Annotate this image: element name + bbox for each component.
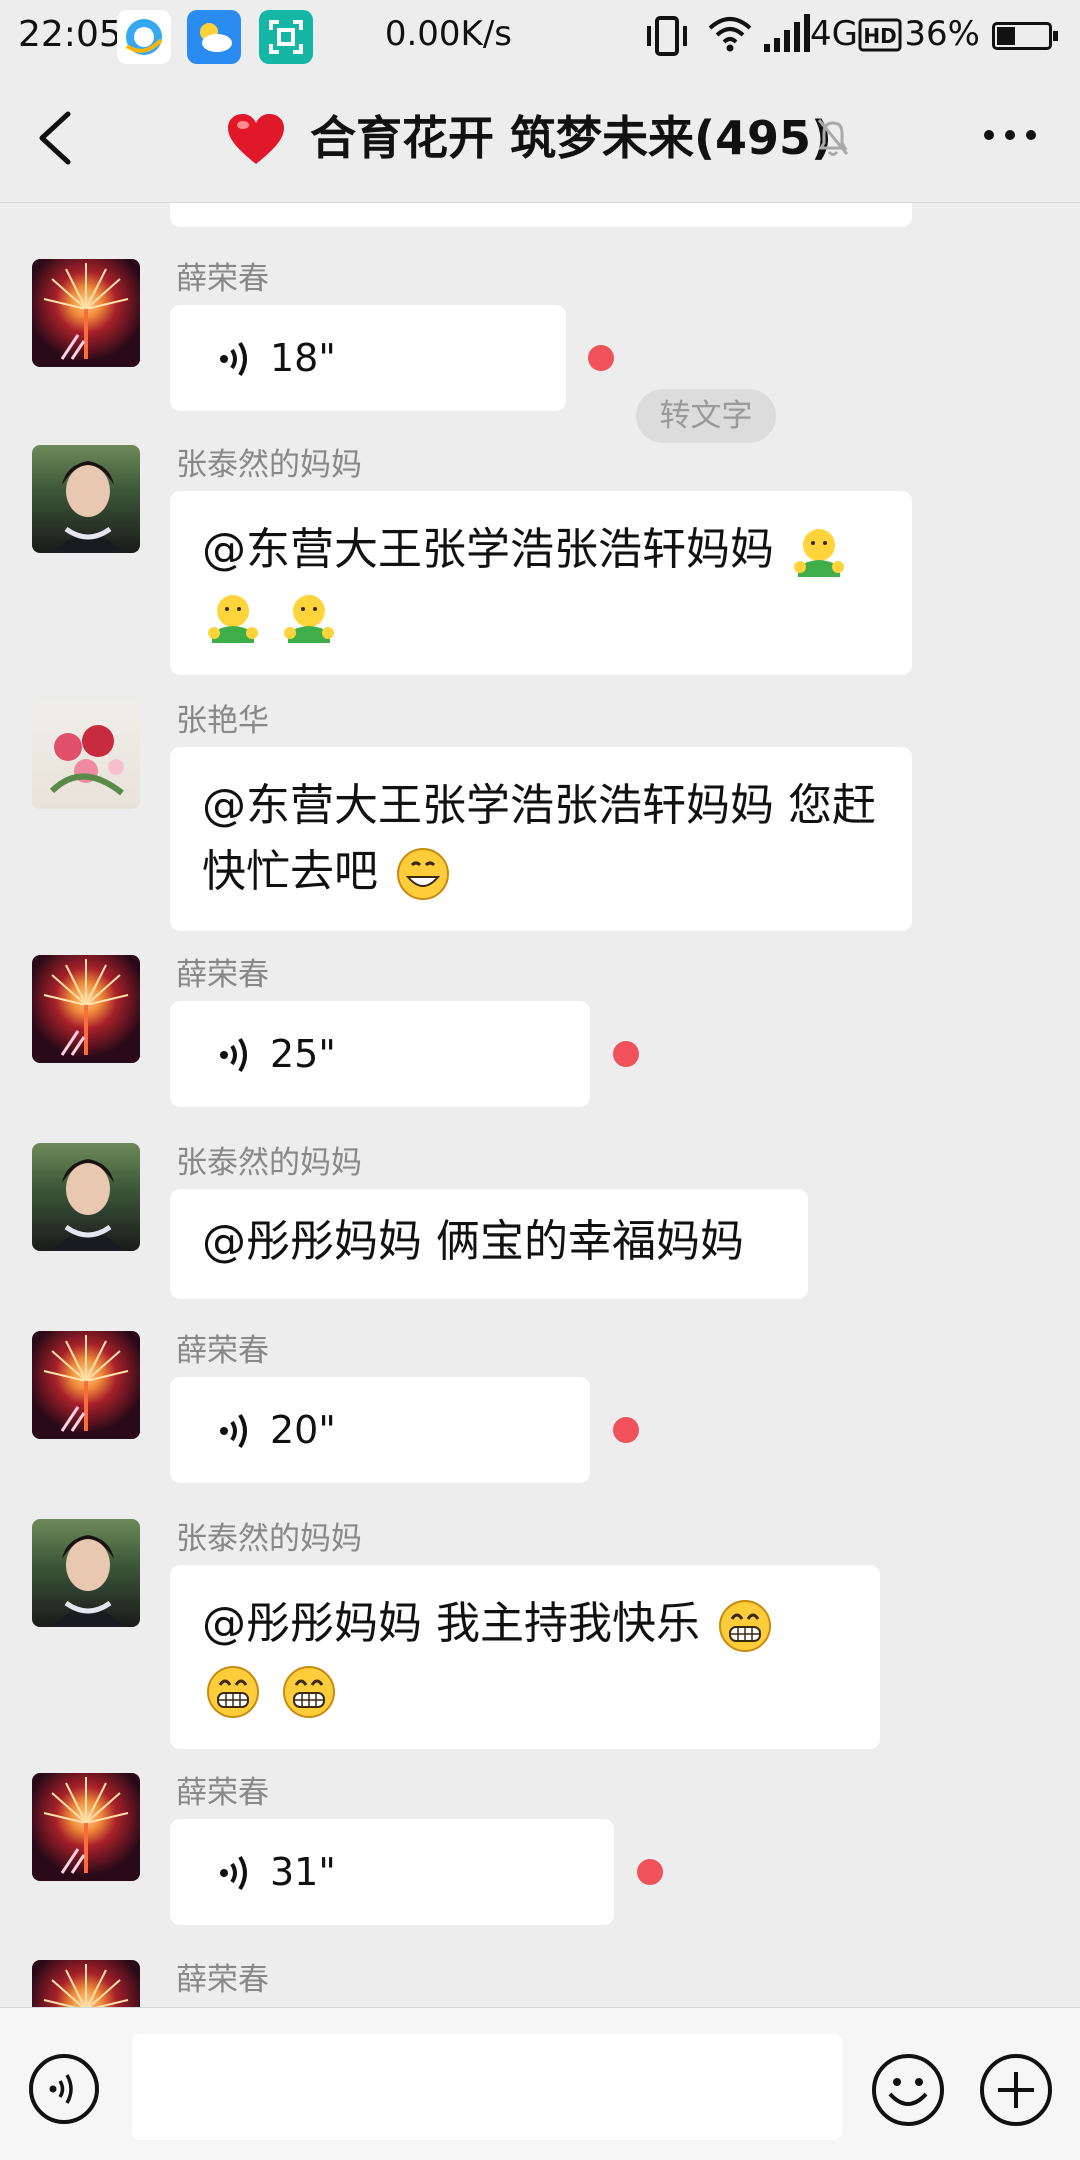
message-item: 薛荣春 25"	[0, 955, 1080, 1115]
sender-name: 薛荣春	[176, 1775, 269, 1811]
input-bar	[0, 2007, 1080, 2160]
avatar[interactable]	[32, 259, 140, 367]
voice-wave-icon	[220, 1413, 247, 1449]
status-time: 22:05	[18, 14, 122, 55]
voice-message-bubble[interactable]: 20"	[170, 1377, 590, 1483]
voice-input-toggle-button[interactable]	[27, 2052, 101, 2126]
message-bubble-cutoff[interactable]	[170, 203, 912, 227]
text-message-bubble[interactable]: @东营大王张学浩张浩轩妈妈 您赶快忙去吧	[170, 747, 912, 931]
unread-dot	[613, 1417, 639, 1443]
laugh-emoji	[719, 1600, 771, 1652]
avatar[interactable]	[32, 955, 140, 1063]
emoji-picker-button[interactable]	[870, 2052, 946, 2128]
sender-name: 张泰然的妈妈	[176, 1145, 362, 1181]
voice-message-bubble[interactable]: 25"	[170, 1001, 590, 1107]
text-message-bubble[interactable]: @东营大王张学浩张浩轩妈妈	[170, 491, 912, 675]
unread-dot	[588, 345, 614, 371]
battery-fill	[997, 27, 1015, 45]
avatar[interactable]	[32, 701, 140, 809]
message-item: 张泰然的妈妈 @彤彤妈妈 我主持我快乐	[0, 1519, 1080, 1759]
laugh-emoji	[283, 1666, 335, 1718]
back-button[interactable]	[28, 108, 82, 168]
avatar[interactable]	[32, 1331, 140, 1439]
sender-name: 薛荣春	[176, 1962, 269, 1998]
avatar[interactable]	[32, 445, 140, 553]
voice-duration: 31"	[270, 1850, 336, 1894]
voice-message-bubble[interactable]: 31"	[170, 1819, 614, 1925]
wifi-icon	[708, 17, 752, 52]
voice-duration: 18"	[270, 336, 336, 380]
voice-wave-icon	[220, 1855, 247, 1891]
sender-name: 张泰然的妈妈	[176, 447, 362, 483]
qq-browser-icon	[117, 10, 171, 64]
heart-icon	[228, 114, 284, 164]
vibrate-icon	[647, 16, 687, 56]
text-message-bubble[interactable]: @彤彤妈妈 我主持我快乐	[170, 1565, 880, 1749]
message-item: 薛荣春 20"	[0, 1331, 1080, 1491]
message-item: 薛荣春	[0, 1960, 1080, 2007]
more-options-button[interactable]	[982, 128, 1038, 142]
net-speed: 0.00K/s	[384, 14, 512, 54]
message-text: @东营大王张学浩张浩轩妈妈	[202, 524, 788, 575]
hd-icon: HD	[858, 18, 902, 52]
network-type: 4G	[810, 14, 858, 54]
hug-emoji	[284, 595, 334, 643]
sender-name: 张艳华	[176, 703, 269, 739]
grin-emoji	[397, 848, 449, 900]
voice-message-bubble[interactable]: 18"	[170, 305, 566, 411]
message-item: 张艳华 @东营大王张学浩张浩轩妈妈 您赶快忙去吧	[0, 701, 1080, 941]
chat-screen: 22:05 0.00K/s 4G HD 36% 合育花开 筑梦未来(495) 薛…	[0, 0, 1080, 2160]
more-actions-plus-button[interactable]	[978, 2052, 1054, 2128]
unread-dot	[613, 1041, 639, 1067]
message-text: @彤彤妈妈 俩宝的幸福妈妈	[202, 1216, 744, 1267]
message-item: 薛荣春 31"	[0, 1773, 1080, 1933]
sender-name: 薛荣春	[176, 261, 269, 297]
sender-name: 薛荣春	[176, 957, 269, 993]
message-item: 薛荣春 18" 转文字	[0, 259, 1080, 443]
avatar[interactable]	[32, 1773, 140, 1881]
avatar[interactable]	[32, 1960, 140, 2007]
svg-text:HD: HD	[863, 24, 896, 48]
scan-icon	[259, 10, 313, 64]
message-input[interactable]	[132, 2034, 842, 2140]
unread-dot	[637, 1859, 663, 1885]
chat-header: 合育花开 筑梦未来(495)	[0, 72, 1080, 203]
hug-emoji	[794, 529, 844, 577]
battery-icon	[992, 22, 1058, 50]
status-bar: 22:05 0.00K/s 4G HD 36%	[0, 0, 1080, 72]
group-title: 合育花开 筑梦未来(495)	[310, 111, 833, 165]
message-item: 张泰然的妈妈 @东营大王张学浩张浩轩妈妈	[0, 445, 1080, 685]
muted-bell-icon	[817, 119, 849, 156]
weather-icon	[187, 10, 241, 64]
message-list[interactable]: 薛荣春 18" 转文字 张泰然的妈妈 @东营大王张学浩张浩轩妈妈 张艳华 @东营…	[0, 203, 1080, 2007]
message-text: @东营大王张学浩张浩轩妈妈 您赶快忙去吧	[202, 780, 876, 897]
message-text: @彤彤妈妈 我主持我快乐	[202, 1598, 700, 1649]
avatar[interactable]	[32, 1519, 140, 1627]
voice-duration: 25"	[270, 1032, 336, 1076]
laugh-emoji	[207, 1666, 259, 1718]
voice-duration: 20"	[270, 1408, 336, 1452]
voice-wave-icon	[220, 341, 247, 377]
hug-emoji	[208, 595, 258, 643]
message-item: 张泰然的妈妈 @彤彤妈妈 俩宝的幸福妈妈	[0, 1143, 1080, 1323]
sender-name: 张泰然的妈妈	[176, 1521, 362, 1557]
avatar[interactable]	[32, 1143, 140, 1251]
battery-percent: 36%	[904, 14, 980, 54]
sender-name: 薛荣春	[176, 1333, 269, 1369]
voice-wave-icon	[220, 1037, 247, 1073]
text-message-bubble[interactable]: @彤彤妈妈 俩宝的幸福妈妈	[170, 1189, 808, 1299]
transcribe-button[interactable]: 转文字	[636, 389, 776, 443]
signal-icon	[764, 14, 810, 52]
